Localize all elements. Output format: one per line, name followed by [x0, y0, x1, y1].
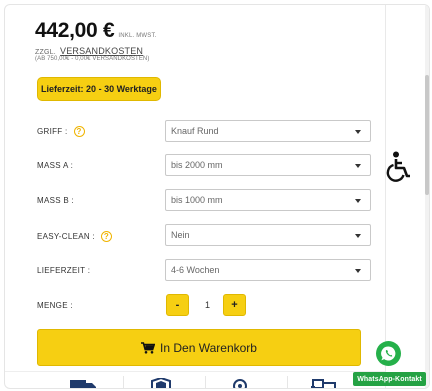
scrollbar-thumb[interactable]: [425, 75, 429, 195]
product-options-column: 442,00 € INKL. MWST. ZZGL. VERSANDKOSTEN…: [5, 5, 385, 388]
quantity-input[interactable]: 1: [194, 294, 221, 316]
quantity-label-text: MENGE :: [37, 301, 73, 310]
select-value: 4-6 Wochen: [171, 265, 220, 275]
help-icon[interactable]: ?: [73, 126, 85, 137]
chevron-down-icon: [355, 130, 361, 134]
shipping-prefix: ZZGL.: [35, 49, 56, 56]
select-value: bis 2000 mm: [171, 160, 223, 170]
chevron-down-icon: [355, 234, 361, 238]
easy-clean-select[interactable]: Nein: [165, 224, 371, 246]
price-tax-note: INKL. MWST.: [118, 33, 157, 39]
feature-icons-row: [5, 371, 385, 388]
wheelchair-icon[interactable]: [385, 151, 413, 183]
whatsapp-contact-label[interactable]: WhatsApp-Kontakt: [353, 372, 426, 386]
option-label-text: EASY-CLEAN :: [37, 232, 95, 241]
chevron-down-icon: [355, 269, 361, 273]
cart-icon: [141, 341, 156, 354]
quantity-increase-button[interactable]: +: [223, 294, 246, 316]
add-to-cart-label: In Den Warenkorb: [160, 340, 257, 355]
mass-a-select[interactable]: bis 2000 mm: [165, 154, 371, 176]
option-label-mass-b: MASS B :: [37, 196, 74, 205]
scrollbar-track[interactable]: [425, 5, 429, 388]
support-icon: [233, 379, 247, 388]
price-amount: 442,00 €: [35, 19, 115, 42]
option-label-text: MASS B :: [37, 196, 75, 205]
shipping-costs-link[interactable]: VERSANDKOSTEN: [60, 46, 143, 56]
shipping-threshold-note: (AB 750,00€ - 0,00€ VERSANDKOSTEN): [35, 56, 150, 62]
option-label-text: MASS A :: [37, 161, 74, 170]
whatsapp-icon: [381, 346, 396, 361]
option-label-griff: GRIFF : ?: [37, 126, 85, 137]
truck-icon: [70, 380, 96, 388]
option-label-text: GRIFF :: [37, 127, 68, 136]
option-label-mass-a: MASS A :: [37, 161, 73, 170]
select-value: Nein: [171, 230, 190, 240]
whatsapp-button[interactable]: [376, 341, 401, 366]
add-to-cart-button[interactable]: In Den Warenkorb: [37, 329, 361, 366]
quantity-decrease-button[interactable]: -: [166, 294, 189, 316]
feature-divider: [287, 376, 288, 388]
option-label-text: LIEFERZEIT :: [37, 266, 91, 275]
delivery-icon: [311, 379, 336, 388]
product-panel: 442,00 € INKL. MWST. ZZGL. VERSANDKOSTEN…: [4, 4, 430, 389]
side-column: [386, 5, 429, 388]
chevron-down-icon: [355, 199, 361, 203]
delivery-time-badge[interactable]: Lieferzeit: 20 - 30 Werktage: [37, 77, 161, 101]
feature-divider: [205, 376, 206, 388]
chevron-down-icon: [355, 164, 361, 168]
price-block: 442,00 € INKL. MWST.: [35, 19, 157, 43]
select-value: Knauf Rund: [171, 126, 219, 136]
option-label-easy-clean: EASY-CLEAN : ?: [37, 231, 112, 242]
quantity-label: MENGE :: [37, 301, 73, 310]
mass-b-select[interactable]: bis 1000 mm: [165, 189, 371, 211]
shipping-info: ZZGL. VERSANDKOSTEN: [35, 46, 143, 56]
lieferzeit-select[interactable]: 4-6 Wochen: [165, 259, 371, 281]
shield-icon: [151, 378, 171, 388]
option-label-lieferzeit: LIEFERZEIT :: [37, 266, 90, 275]
griff-select[interactable]: Knauf Rund: [165, 120, 371, 142]
help-icon[interactable]: ?: [101, 231, 112, 242]
feature-divider: [123, 376, 124, 388]
select-value: bis 1000 mm: [171, 195, 223, 205]
